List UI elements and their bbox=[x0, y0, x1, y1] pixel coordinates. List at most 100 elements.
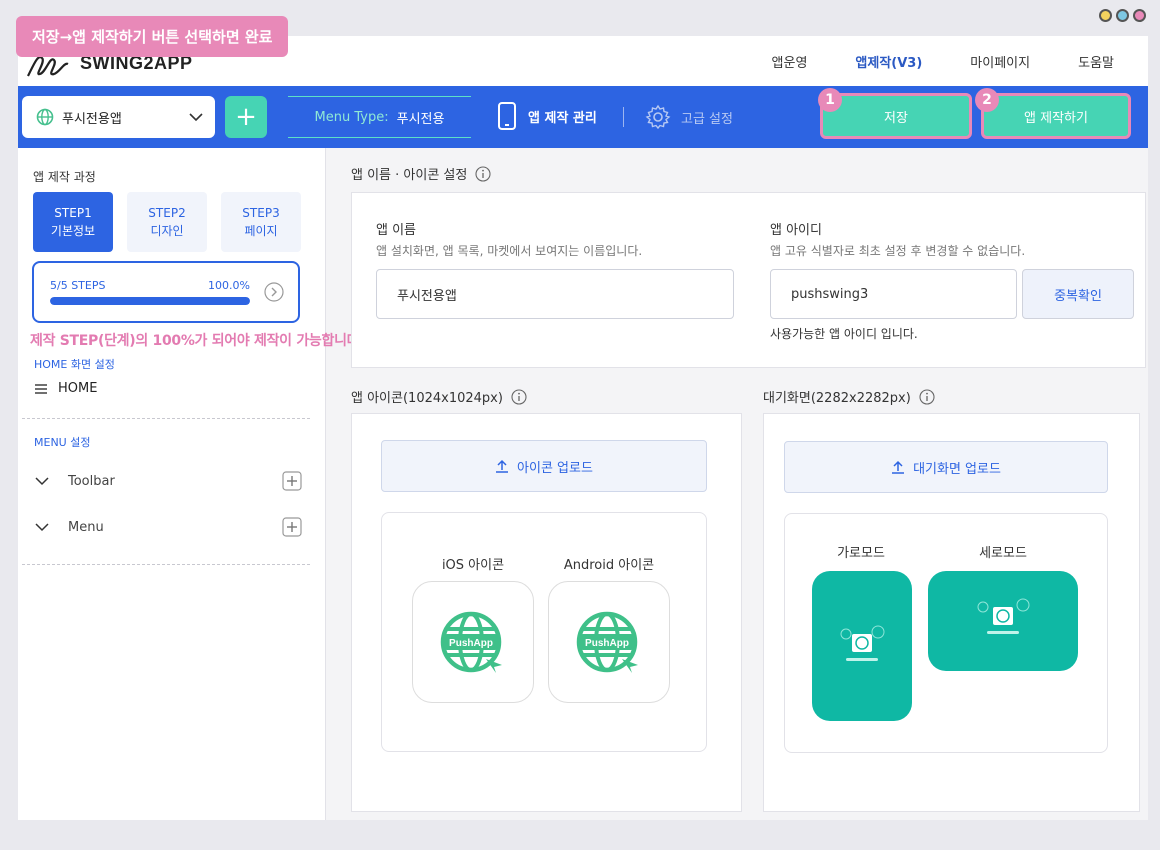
icon-text: PushApp bbox=[449, 638, 493, 649]
top-nav: 앱운영 앱제작(V3) 마이페이지 도움말 bbox=[772, 52, 1114, 71]
sidebar: 앱 제작 과정 STEP1 기본정보 STEP2 디자인 STEP3 페이지 5… bbox=[18, 148, 365, 820]
progress-bar bbox=[50, 297, 250, 305]
splash-graphic-icon bbox=[840, 625, 885, 661]
android-icon-preview: PushApp bbox=[548, 581, 670, 703]
add-app-button[interactable]: + bbox=[225, 96, 267, 138]
app-name-help: 앱 설치화면, 앱 목록, 마켓에서 보여지는 이름입니다. bbox=[376, 244, 643, 258]
tip-banner: 저장→앱 제작하기 버튼 선택하면 완료 bbox=[16, 16, 289, 57]
app-info-card: 앱 이름 앱 설치화면, 앱 목록, 마켓에서 보여지는 이름입니다. 푸시전용… bbox=[351, 192, 1146, 368]
step-tab-name: 디자인 bbox=[150, 224, 184, 238]
step-tab-name: 페이지 bbox=[244, 224, 278, 238]
icon-upload-label: 아이콘 업로드 bbox=[517, 460, 593, 476]
portrait-splash-preview bbox=[928, 571, 1078, 671]
pushapp-globe-icon: PushApp bbox=[440, 611, 502, 673]
splash-section-title: 대기화면(2282x2282px) bbox=[763, 387, 935, 406]
nav-help[interactable]: 도움말 bbox=[1078, 52, 1114, 71]
menu-type-value: 푸시전용 bbox=[396, 111, 445, 127]
sidebar-item-home[interactable]: HOME bbox=[34, 381, 97, 396]
chevron-down-icon bbox=[189, 113, 203, 122]
section-title-text: 앱 이름 · 아이콘 설정 bbox=[351, 168, 468, 183]
info-icon[interactable] bbox=[919, 388, 935, 405]
splash-upload-label: 대기화면 업로드 bbox=[913, 461, 1001, 477]
duplicate-check-button[interactable]: 중복확인 bbox=[1022, 269, 1134, 319]
sidebar-title: 앱 제작 과정 bbox=[33, 170, 96, 184]
arrow-right-circle-icon[interactable] bbox=[264, 282, 284, 302]
section-title-text: 앱 아이콘(1024x1024px) bbox=[351, 391, 503, 406]
splash-card: 대기화면 업로드 가로모드 세로모드 bbox=[763, 413, 1140, 812]
app-name-label: 앱 이름 bbox=[376, 223, 417, 238]
step-tab-num: STEP2 bbox=[148, 206, 186, 220]
step-tab-num: STEP1 bbox=[54, 206, 92, 220]
app-id-label: 앱 아이디 bbox=[770, 223, 822, 238]
ios-icon-label: iOS 아이콘 bbox=[441, 558, 505, 573]
window-dot-blue[interactable] bbox=[1116, 9, 1129, 22]
window-controls bbox=[1099, 9, 1146, 22]
app-icon-card: 아이콘 업로드 iOS 아이콘 Android 아이콘 PushApp Push… bbox=[351, 413, 742, 812]
landscape-label: 가로모드 bbox=[837, 546, 885, 561]
chevron-down-icon[interactable] bbox=[34, 473, 50, 489]
gear-icon bbox=[645, 104, 671, 130]
build-toolbar: 푸시전용앱 + Menu Type: 푸시전용 앱 제작 관리 고급 설정 저장 bbox=[18, 86, 1148, 148]
landscape-splash-preview bbox=[812, 571, 912, 721]
menu-lines-icon bbox=[35, 383, 47, 394]
nav-app-build[interactable]: 앱제작(V3) bbox=[855, 52, 922, 71]
splash-upload-button[interactable]: 대기화면 업로드 bbox=[784, 441, 1108, 493]
icon-section-title: 앱 아이콘(1024x1024px) bbox=[351, 387, 527, 406]
step-tab-basic[interactable]: STEP1 기본정보 bbox=[33, 192, 113, 252]
app-id-input[interactable]: pushswing3 bbox=[770, 269, 1017, 319]
sidebar-divider bbox=[22, 418, 310, 419]
tree-item-toolbar[interactable]: Toolbar bbox=[34, 471, 302, 491]
step-tab-page[interactable]: STEP3 페이지 bbox=[221, 192, 301, 252]
save-button[interactable]: 저장 bbox=[820, 93, 972, 139]
splash-preview: 가로모드 세로모드 bbox=[784, 513, 1108, 753]
tree-item-menu[interactable]: Menu bbox=[34, 517, 302, 537]
tree-item-label: Menu bbox=[68, 519, 104, 535]
app-manage-link[interactable]: 앱 제작 관리 bbox=[496, 102, 597, 130]
window-dot-pink[interactable] bbox=[1133, 9, 1146, 22]
splash-graphic-icon bbox=[977, 598, 1030, 634]
progress-steps: 5/5 STEPS bbox=[50, 279, 106, 292]
app-select[interactable]: 푸시전용앱 bbox=[22, 96, 215, 138]
advanced-settings-label: 고급 설정 bbox=[681, 111, 733, 127]
app-window: SWING2APP 앱운영 앱제작(V3) 마이페이지 도움말 푸시전용앱 + … bbox=[18, 36, 1148, 820]
progress-card[interactable]: 5/5 STEPS 100.0% bbox=[32, 261, 300, 323]
section-title-text: 대기화면(2282x2282px) bbox=[763, 391, 911, 406]
globe-icon bbox=[36, 108, 54, 126]
app-name-input[interactable]: 푸시전용앱 bbox=[376, 269, 734, 319]
portrait-label: 세로모드 bbox=[979, 546, 1027, 561]
name-icon-section-title: 앱 이름 · 아이콘 설정 bbox=[351, 164, 491, 183]
icon-upload-button[interactable]: 아이콘 업로드 bbox=[381, 440, 707, 492]
nav-app-operation[interactable]: 앱운영 bbox=[772, 52, 808, 71]
plus-square-icon[interactable] bbox=[282, 471, 302, 491]
progress-annotation: 제작 STEP(단계)의 100%가 되어야 제작이 가능합니다. bbox=[30, 333, 365, 349]
info-icon[interactable] bbox=[475, 165, 491, 182]
step-tabs: STEP1 기본정보 STEP2 디자인 STEP3 페이지 bbox=[33, 192, 301, 252]
window-dot-yellow[interactable] bbox=[1099, 9, 1112, 22]
app-select-value: 푸시전용앱 bbox=[62, 111, 122, 127]
step-tab-num: STEP3 bbox=[242, 206, 280, 220]
upload-icon bbox=[892, 460, 905, 474]
plus-square-icon[interactable] bbox=[282, 517, 302, 537]
chevron-down-icon[interactable] bbox=[34, 519, 50, 535]
ios-icon-preview: PushApp bbox=[412, 581, 534, 703]
icon-text: PushApp bbox=[585, 638, 629, 649]
menu-type[interactable]: Menu Type: 푸시전용 bbox=[288, 96, 471, 138]
app-id-help: 앱 고유 식별자로 최초 설정 후 변경할 수 없습니다. bbox=[770, 244, 1026, 258]
step-tab-name: 기본정보 bbox=[50, 224, 96, 238]
step-tab-design[interactable]: STEP2 디자인 bbox=[127, 192, 207, 252]
pushapp-globe-icon: PushApp bbox=[576, 611, 638, 673]
app-id-available-message: 사용가능한 앱 아이디 입니다. bbox=[770, 327, 918, 341]
info-icon[interactable] bbox=[511, 388, 527, 405]
advanced-settings-link[interactable]: 고급 설정 bbox=[645, 104, 733, 130]
phone-icon bbox=[498, 102, 516, 130]
menu-section-title: MENU 설정 bbox=[34, 436, 91, 449]
nav-my-page[interactable]: 마이페이지 bbox=[970, 52, 1030, 71]
progress-bar-fill bbox=[50, 297, 250, 305]
build-app-button[interactable]: 앱 제작하기 bbox=[981, 93, 1131, 139]
progress-header: 5/5 STEPS 100.0% bbox=[50, 279, 250, 292]
icon-preview: iOS 아이콘 Android 아이콘 PushApp PushApp bbox=[381, 512, 707, 752]
sidebar-divider bbox=[22, 564, 310, 565]
app-manage-label: 앱 제작 관리 bbox=[528, 110, 597, 126]
tree-item-label: Toolbar bbox=[68, 473, 115, 489]
menu-type-label: Menu Type: bbox=[314, 109, 389, 125]
